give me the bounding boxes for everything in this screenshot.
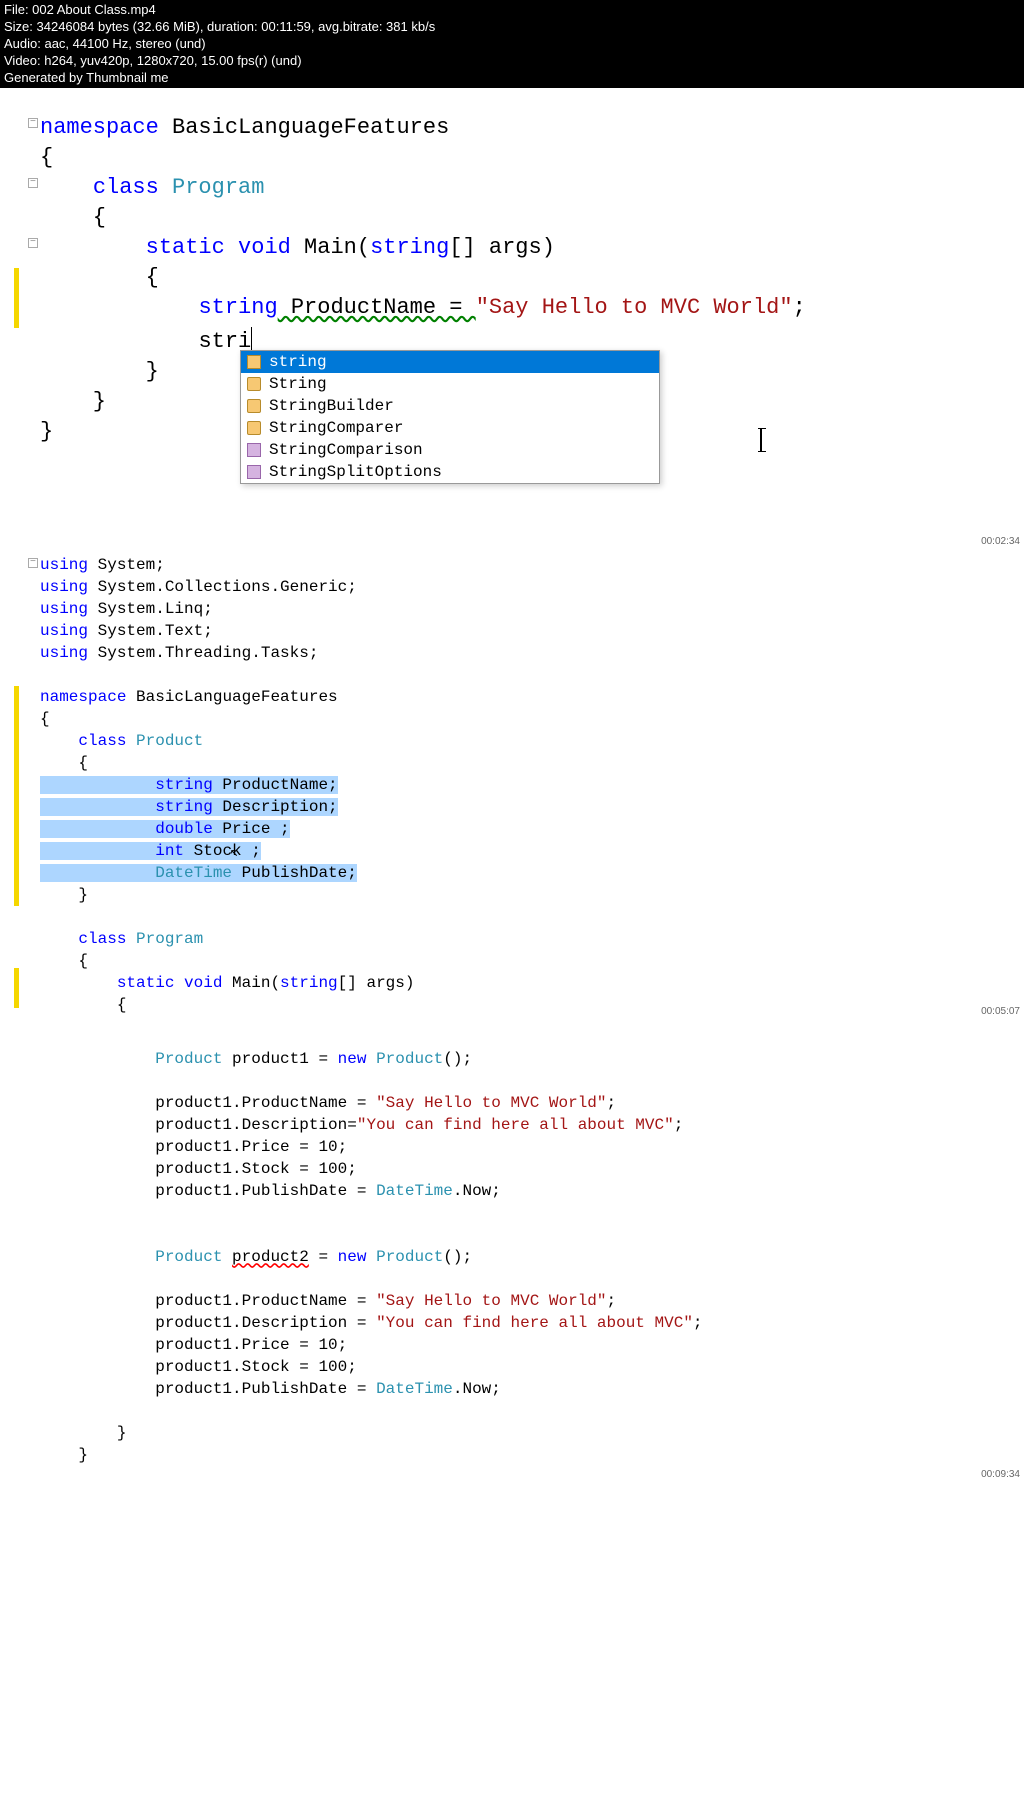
audio-line: Audio: aac, 44100 Hz, stereo (und) [4, 36, 1020, 53]
intellisense-item[interactable]: string [241, 351, 659, 373]
fold-icon[interactable]: − [28, 238, 38, 248]
fold-icon[interactable]: − [28, 558, 38, 568]
timestamp: 00:05:07 [981, 1006, 1020, 1017]
ibeam-cursor-icon [760, 428, 762, 452]
timestamp: 00:02:34 [981, 536, 1020, 547]
editor-frame-1: − − − namespace BasicLanguageFeatures { … [0, 88, 1024, 548]
text-caret [251, 327, 252, 351]
modification-indicator [14, 968, 19, 1008]
intellisense-popup[interactable]: string String StringBuilder StringCompar… [240, 350, 660, 484]
file-line: File: 002 About Class.mp4 [4, 2, 1020, 19]
modification-indicator [14, 686, 19, 906]
enum-icon [247, 465, 261, 479]
video-line: Video: h264, yuv420p, 1280x720, 15.00 fp… [4, 53, 1020, 70]
mouse-cursor-icon: ↖ [230, 844, 238, 861]
class-icon [247, 421, 261, 435]
enum-icon [247, 443, 261, 457]
generated-line: Generated by Thumbnail me [4, 70, 1020, 87]
struct-icon [247, 355, 261, 369]
intellisense-item[interactable]: StringSplitOptions [241, 461, 659, 483]
intellisense-item[interactable]: StringBuilder [241, 395, 659, 417]
intellisense-item[interactable]: StringComparison [241, 439, 659, 461]
fold-icon[interactable]: − [28, 118, 38, 128]
class-icon [247, 377, 261, 391]
fold-icon[interactable]: − [28, 178, 38, 188]
intellisense-item[interactable]: String [241, 373, 659, 395]
code-editor[interactable]: Product product1 = new Product(); produc… [0, 1036, 1024, 1486]
intellisense-item[interactable]: StringComparer [241, 417, 659, 439]
code-editor[interactable]: using System; using System.Collections.G… [0, 548, 1024, 1036]
video-info-header: File: 002 About Class.mp4 Size: 34246084… [0, 0, 1024, 88]
size-line: Size: 34246084 bytes (32.66 MiB), durati… [4, 19, 1020, 36]
modification-indicator [14, 268, 19, 328]
editor-frame-2: − using System; using System.Collections… [0, 548, 1024, 1486]
timestamp: 00:09:34 [981, 1469, 1020, 1480]
class-icon [247, 399, 261, 413]
